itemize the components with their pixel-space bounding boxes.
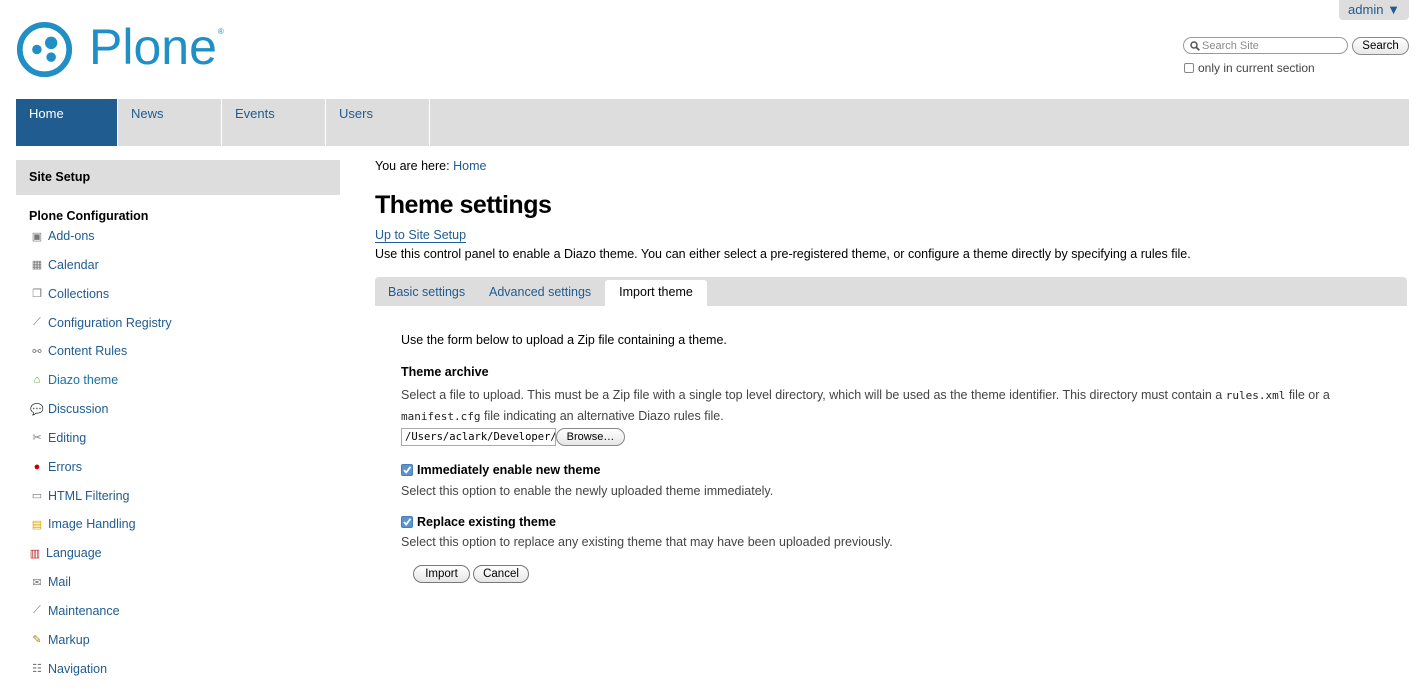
search-box[interactable] xyxy=(1183,37,1348,54)
sidebar-list: ▣ Add-ons ▦ Calendar ❐ Collections ⟋ Configu… xyxy=(30,229,172,691)
sidebar-item-language[interactable]: ▥ Language xyxy=(28,546,172,575)
logo-registered-mark: ® xyxy=(217,26,224,36)
sidebar-item-discussion[interactable]: 💬 Discussion xyxy=(30,402,172,431)
plone-logo-icon xyxy=(16,21,73,77)
scissors-icon: ✂ xyxy=(32,432,42,445)
addons-icon: ▣ xyxy=(31,230,43,243)
checkmark-icon xyxy=(403,518,412,526)
nav-tab-users[interactable]: Users xyxy=(326,99,430,146)
sidebar-item-navigation[interactable]: ☷ Navigation xyxy=(30,662,172,691)
replace-existing-theme-checkbox[interactable] xyxy=(401,516,413,528)
nav-tab-news[interactable]: News xyxy=(118,99,222,146)
theme-icon: ⌂ xyxy=(33,374,41,387)
sidebar-item-content-rules[interactable]: ⚯ Content Rules xyxy=(30,344,172,373)
checkmark-icon xyxy=(403,466,412,474)
browse-button[interactable]: Browse… xyxy=(556,428,625,446)
sidebar-item-label: Maintenance xyxy=(48,603,120,618)
sidebar-item-label: Editing xyxy=(48,430,87,445)
form-intro: Use the form below to upload a Zip file … xyxy=(401,333,727,347)
cancel-button[interactable]: Cancel xyxy=(473,565,529,583)
site-logo[interactable]: Plone ® xyxy=(16,19,224,78)
navigation-icon: ☷ xyxy=(32,663,42,676)
wrench-icon: ⟋ xyxy=(33,316,41,329)
section-only-option[interactable]: only in current section xyxy=(1184,61,1315,75)
collections-icon: ❐ xyxy=(32,288,42,301)
breadcrumb: You are here: Home xyxy=(375,159,486,173)
replace-existing-theme-option[interactable]: Replace existing theme xyxy=(401,515,556,529)
content-rules-icon: ⚯ xyxy=(32,345,42,358)
rules-file-code: rules.xml xyxy=(1225,389,1286,402)
up-to-site-setup-link[interactable]: Up to Site Setup xyxy=(375,228,467,243)
sidebar-item-label: Navigation xyxy=(48,661,108,676)
search-input[interactable] xyxy=(1202,39,1342,52)
enable-new-theme-label: Immediately enable new theme xyxy=(417,463,601,477)
sidebar-item-html-filtering[interactable]: ▭ HTML Filtering xyxy=(30,489,172,518)
sidebar-item-diazo-theme[interactable]: ⌂ Diazo theme xyxy=(30,373,172,402)
import-button[interactable]: Import xyxy=(413,565,470,583)
sidebar-item-image-handling[interactable]: ▤ Image Handling xyxy=(30,517,172,546)
search-icon xyxy=(1190,41,1200,51)
sidebar-item-markup[interactable]: ✎ Markup xyxy=(30,633,172,662)
sidebar-item-errors[interactable]: ● Errors xyxy=(30,460,172,489)
sidebar-item-label: Language xyxy=(46,546,102,561)
sidebar-item-label: Markup xyxy=(48,632,90,647)
breadcrumb-home-link[interactable]: Home xyxy=(453,159,486,173)
tab-basic-settings[interactable]: Basic settings xyxy=(388,277,465,306)
form-tabs: Basic settings Advanced settings Import … xyxy=(375,277,1407,306)
sidebar-item-label: Image Handling xyxy=(48,517,136,532)
wrench-icon: ⟋ xyxy=(33,604,41,617)
sidebar-item-label: HTML Filtering xyxy=(48,488,130,503)
theme-archive-label: Theme archive xyxy=(401,365,489,379)
sidebar-item-label: Calendar xyxy=(48,257,99,272)
page-description: Use this control panel to enable a Diazo… xyxy=(375,247,1191,261)
sidebar-item-label: Diazo theme xyxy=(48,373,119,388)
enable-new-theme-help: Select this option to enable the newly u… xyxy=(401,484,774,498)
sidebar-header[interactable]: Site Setup xyxy=(16,160,340,195)
image-icon: ▤ xyxy=(31,518,43,531)
logo-text: Plone xyxy=(89,19,217,75)
search-button[interactable]: Search xyxy=(1352,37,1409,55)
sidebar-item-label: Add-ons xyxy=(48,229,95,243)
sidebar-item-label: Mail xyxy=(48,575,71,590)
sidebar-item-collections[interactable]: ❐ Collections xyxy=(30,287,172,316)
tab-advanced-settings[interactable]: Advanced settings xyxy=(489,277,591,306)
sidebar-item-calendar[interactable]: ▦ Calendar xyxy=(30,258,172,287)
sidebar-item-label: Discussion xyxy=(48,402,109,417)
section-only-checkbox[interactable] xyxy=(1184,63,1194,73)
nav-tab-home[interactable]: Home xyxy=(16,99,118,146)
sidebar-item-editing[interactable]: ✂ Editing xyxy=(30,431,172,460)
main-navigation: Home News Events Users xyxy=(16,99,1409,146)
theme-archive-file-input[interactable]: /Users/aclark/Developer/pl xyxy=(401,428,556,446)
calendar-icon: ▦ xyxy=(31,259,43,272)
mail-icon: ✉ xyxy=(32,576,42,589)
page-title: Theme settings xyxy=(375,191,552,219)
html-icon: ▭ xyxy=(31,490,43,503)
sidebar-section-title: Plone Configuration xyxy=(29,209,149,223)
sidebar-item-label: Collections xyxy=(48,286,110,301)
manifest-file-code: manifest.cfg xyxy=(401,410,481,423)
replace-existing-theme-help: Select this option to replace any existi… xyxy=(401,535,893,549)
user-menu[interactable]: admin ▼ xyxy=(1339,0,1409,20)
theme-archive-help: Select a file to upload. This must be a … xyxy=(401,388,1330,423)
sidebar-item-label: Errors xyxy=(48,459,83,474)
sidebar-item-label: Configuration Registry xyxy=(48,315,172,330)
sidebar-item-maintenance[interactable]: ⟋ Maintenance xyxy=(30,604,172,633)
breadcrumb-prefix: You are here: xyxy=(375,159,450,173)
sidebar-item-configuration-registry[interactable]: ⟋ Configuration Registry xyxy=(30,316,172,345)
tab-import-theme[interactable]: Import theme xyxy=(605,280,707,306)
error-icon: ● xyxy=(33,460,41,473)
sidebar-item-label: Content Rules xyxy=(48,344,128,359)
flag-icon: ▥ xyxy=(29,547,41,560)
replace-existing-theme-label: Replace existing theme xyxy=(417,515,556,529)
section-only-label: only in current section xyxy=(1198,61,1315,75)
sidebar-item-addons[interactable]: ▣ Add-ons xyxy=(30,229,172,258)
nav-tab-events[interactable]: Events xyxy=(222,99,326,146)
enable-new-theme-option[interactable]: Immediately enable new theme xyxy=(401,463,600,477)
discussion-icon: 💬 xyxy=(30,403,44,416)
sidebar-item-mail[interactable]: ✉ Mail xyxy=(30,575,172,604)
enable-new-theme-checkbox[interactable] xyxy=(401,464,413,476)
pencil-icon: ✎ xyxy=(32,634,42,647)
